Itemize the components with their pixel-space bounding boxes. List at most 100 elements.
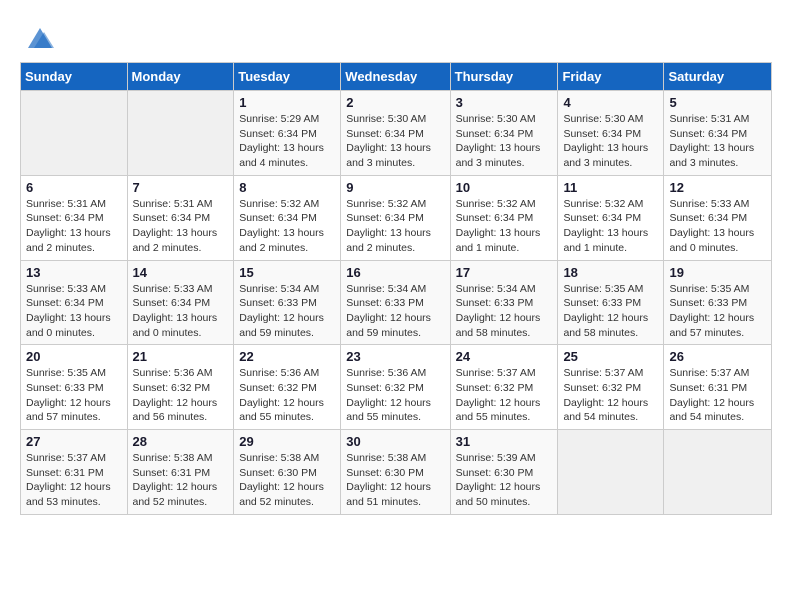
day-info: Sunrise: 5:30 AM Sunset: 6:34 PM Dayligh…	[346, 112, 444, 171]
day-info: Sunrise: 5:34 AM Sunset: 6:33 PM Dayligh…	[456, 282, 553, 341]
day-info: Sunrise: 5:32 AM Sunset: 6:34 PM Dayligh…	[563, 197, 658, 256]
day-info: Sunrise: 5:29 AM Sunset: 6:34 PM Dayligh…	[239, 112, 335, 171]
calendar-cell: 11 Sunrise: 5:32 AM Sunset: 6:34 PM Dayli…	[558, 175, 664, 260]
day-info: Sunrise: 5:32 AM Sunset: 6:34 PM Dayligh…	[239, 197, 335, 256]
day-info: Sunrise: 5:37 AM Sunset: 6:31 PM Dayligh…	[669, 366, 766, 425]
calendar-cell: 15 Sunrise: 5:34 AM Sunset: 6:33 PM Dayli…	[234, 260, 341, 345]
weekday-header: Monday	[127, 63, 234, 91]
day-info: Sunrise: 5:38 AM Sunset: 6:30 PM Dayligh…	[346, 451, 444, 510]
day-number: 24	[456, 349, 553, 364]
calendar-cell: 12Sunrise: 5:33 AM Sunset: 6:34 PM Dayli…	[664, 175, 772, 260]
calendar-cell: 20 Sunrise: 5:35 AM Sunset: 6:33 PM Dayli…	[21, 345, 128, 430]
day-number: 8	[239, 180, 335, 195]
day-info: Sunrise: 5:37 AM Sunset: 6:32 PM Dayligh…	[456, 366, 553, 425]
day-number: 9	[346, 180, 444, 195]
calendar-cell: 17 Sunrise: 5:34 AM Sunset: 6:33 PM Dayli…	[450, 260, 558, 345]
calendar-week-row: 20 Sunrise: 5:35 AM Sunset: 6:33 PM Dayli…	[21, 345, 772, 430]
day-number: 22	[239, 349, 335, 364]
day-number: 7	[133, 180, 229, 195]
calendar-cell: 28 Sunrise: 5:38 AM Sunset: 6:31 PM Dayli…	[127, 430, 234, 515]
day-info: Sunrise: 5:32 AM Sunset: 6:34 PM Dayligh…	[456, 197, 553, 256]
day-info: Sunrise: 5:39 AM Sunset: 6:30 PM Dayligh…	[456, 451, 553, 510]
day-info: Sunrise: 5:32 AM Sunset: 6:34 PM Dayligh…	[346, 197, 444, 256]
day-info: Sunrise: 5:35 AM Sunset: 6:33 PM Dayligh…	[669, 282, 766, 341]
calendar-cell: 16 Sunrise: 5:34 AM Sunset: 6:33 PM Dayli…	[341, 260, 450, 345]
weekday-header: Sunday	[21, 63, 128, 91]
calendar-week-row: 1 Sunrise: 5:29 AM Sunset: 6:34 PM Daylig…	[21, 91, 772, 176]
day-number: 15	[239, 265, 335, 280]
calendar-cell	[127, 91, 234, 176]
calendar-cell: 6 Sunrise: 5:31 AM Sunset: 6:34 PM Daylig…	[21, 175, 128, 260]
calendar-cell: 21Sunrise: 5:36 AM Sunset: 6:32 PM Dayli…	[127, 345, 234, 430]
day-info: Sunrise: 5:33 AM Sunset: 6:34 PM Dayligh…	[669, 197, 766, 256]
weekday-header: Saturday	[664, 63, 772, 91]
calendar-cell: 24 Sunrise: 5:37 AM Sunset: 6:32 PM Dayli…	[450, 345, 558, 430]
day-number: 20	[26, 349, 122, 364]
day-info: Sunrise: 5:36 AM Sunset: 6:32 PM Dayligh…	[346, 366, 444, 425]
logo-icon	[24, 20, 56, 52]
day-info: Sunrise: 5:33 AM Sunset: 6:34 PM Dayligh…	[133, 282, 229, 341]
calendar-week-row: 13 Sunrise: 5:33 AM Sunset: 6:34 PM Dayli…	[21, 260, 772, 345]
day-number: 13	[26, 265, 122, 280]
weekday-header: Thursday	[450, 63, 558, 91]
day-number: 6	[26, 180, 122, 195]
day-info: Sunrise: 5:34 AM Sunset: 6:33 PM Dayligh…	[239, 282, 335, 341]
day-number: 31	[456, 434, 553, 449]
calendar-cell: 22 Sunrise: 5:36 AM Sunset: 6:32 PM Dayli…	[234, 345, 341, 430]
calendar-cell: 13 Sunrise: 5:33 AM Sunset: 6:34 PM Dayli…	[21, 260, 128, 345]
day-number: 5	[669, 95, 766, 110]
day-info: Sunrise: 5:30 AM Sunset: 6:34 PM Dayligh…	[563, 112, 658, 171]
day-number: 29	[239, 434, 335, 449]
day-number: 11	[563, 180, 658, 195]
weekday-header: Tuesday	[234, 63, 341, 91]
day-info: Sunrise: 5:31 AM Sunset: 6:34 PM Dayligh…	[26, 197, 122, 256]
calendar-cell: 19Sunrise: 5:35 AM Sunset: 6:33 PM Dayli…	[664, 260, 772, 345]
day-number: 26	[669, 349, 766, 364]
calendar-cell	[21, 91, 128, 176]
calendar-week-row: 27 Sunrise: 5:37 AM Sunset: 6:31 PM Dayli…	[21, 430, 772, 515]
calendar-table: SundayMondayTuesdayWednesdayThursdayFrid…	[20, 62, 772, 515]
calendar-cell: 14 Sunrise: 5:33 AM Sunset: 6:34 PM Dayli…	[127, 260, 234, 345]
day-number: 2	[346, 95, 444, 110]
day-number: 14	[133, 265, 229, 280]
day-info: Sunrise: 5:31 AM Sunset: 6:34 PM Dayligh…	[669, 112, 766, 171]
day-info: Sunrise: 5:37 AM Sunset: 6:32 PM Dayligh…	[563, 366, 658, 425]
calendar-cell: 25 Sunrise: 5:37 AM Sunset: 6:32 PM Dayli…	[558, 345, 664, 430]
day-number: 27	[26, 434, 122, 449]
day-info: Sunrise: 5:35 AM Sunset: 6:33 PM Dayligh…	[563, 282, 658, 341]
calendar-cell: 3 Sunrise: 5:30 AM Sunset: 6:34 PM Daylig…	[450, 91, 558, 176]
calendar-body: 1 Sunrise: 5:29 AM Sunset: 6:34 PM Daylig…	[21, 91, 772, 515]
day-info: Sunrise: 5:35 AM Sunset: 6:33 PM Dayligh…	[26, 366, 122, 425]
day-number: 4	[563, 95, 658, 110]
weekday-header: Wednesday	[341, 63, 450, 91]
day-number: 3	[456, 95, 553, 110]
day-info: Sunrise: 5:30 AM Sunset: 6:34 PM Dayligh…	[456, 112, 553, 171]
calendar-cell: 4 Sunrise: 5:30 AM Sunset: 6:34 PM Daylig…	[558, 91, 664, 176]
day-number: 1	[239, 95, 335, 110]
logo	[20, 20, 56, 52]
calendar-cell: 8 Sunrise: 5:32 AM Sunset: 6:34 PM Daylig…	[234, 175, 341, 260]
day-number: 17	[456, 265, 553, 280]
day-info: Sunrise: 5:33 AM Sunset: 6:34 PM Dayligh…	[26, 282, 122, 341]
page-header	[20, 20, 772, 52]
day-info: Sunrise: 5:31 AM Sunset: 6:34 PM Dayligh…	[133, 197, 229, 256]
calendar-cell: 30Sunrise: 5:38 AM Sunset: 6:30 PM Dayli…	[341, 430, 450, 515]
calendar-cell	[664, 430, 772, 515]
day-info: Sunrise: 5:34 AM Sunset: 6:33 PM Dayligh…	[346, 282, 444, 341]
day-number: 16	[346, 265, 444, 280]
calendar-cell: 5 Sunrise: 5:31 AM Sunset: 6:34 PM Daylig…	[664, 91, 772, 176]
calendar-cell: 27 Sunrise: 5:37 AM Sunset: 6:31 PM Dayli…	[21, 430, 128, 515]
day-number: 25	[563, 349, 658, 364]
calendar-cell: 29Sunrise: 5:38 AM Sunset: 6:30 PM Dayli…	[234, 430, 341, 515]
weekday-header: Friday	[558, 63, 664, 91]
calendar-cell: 1 Sunrise: 5:29 AM Sunset: 6:34 PM Daylig…	[234, 91, 341, 176]
day-number: 18	[563, 265, 658, 280]
calendar-week-row: 6 Sunrise: 5:31 AM Sunset: 6:34 PM Daylig…	[21, 175, 772, 260]
calendar-cell: 9 Sunrise: 5:32 AM Sunset: 6:34 PM Daylig…	[341, 175, 450, 260]
day-info: Sunrise: 5:38 AM Sunset: 6:31 PM Dayligh…	[133, 451, 229, 510]
day-info: Sunrise: 5:36 AM Sunset: 6:32 PM Dayligh…	[133, 366, 229, 425]
day-info: Sunrise: 5:36 AM Sunset: 6:32 PM Dayligh…	[239, 366, 335, 425]
day-info: Sunrise: 5:37 AM Sunset: 6:31 PM Dayligh…	[26, 451, 122, 510]
day-number: 28	[133, 434, 229, 449]
calendar-cell: 23Sunrise: 5:36 AM Sunset: 6:32 PM Dayli…	[341, 345, 450, 430]
